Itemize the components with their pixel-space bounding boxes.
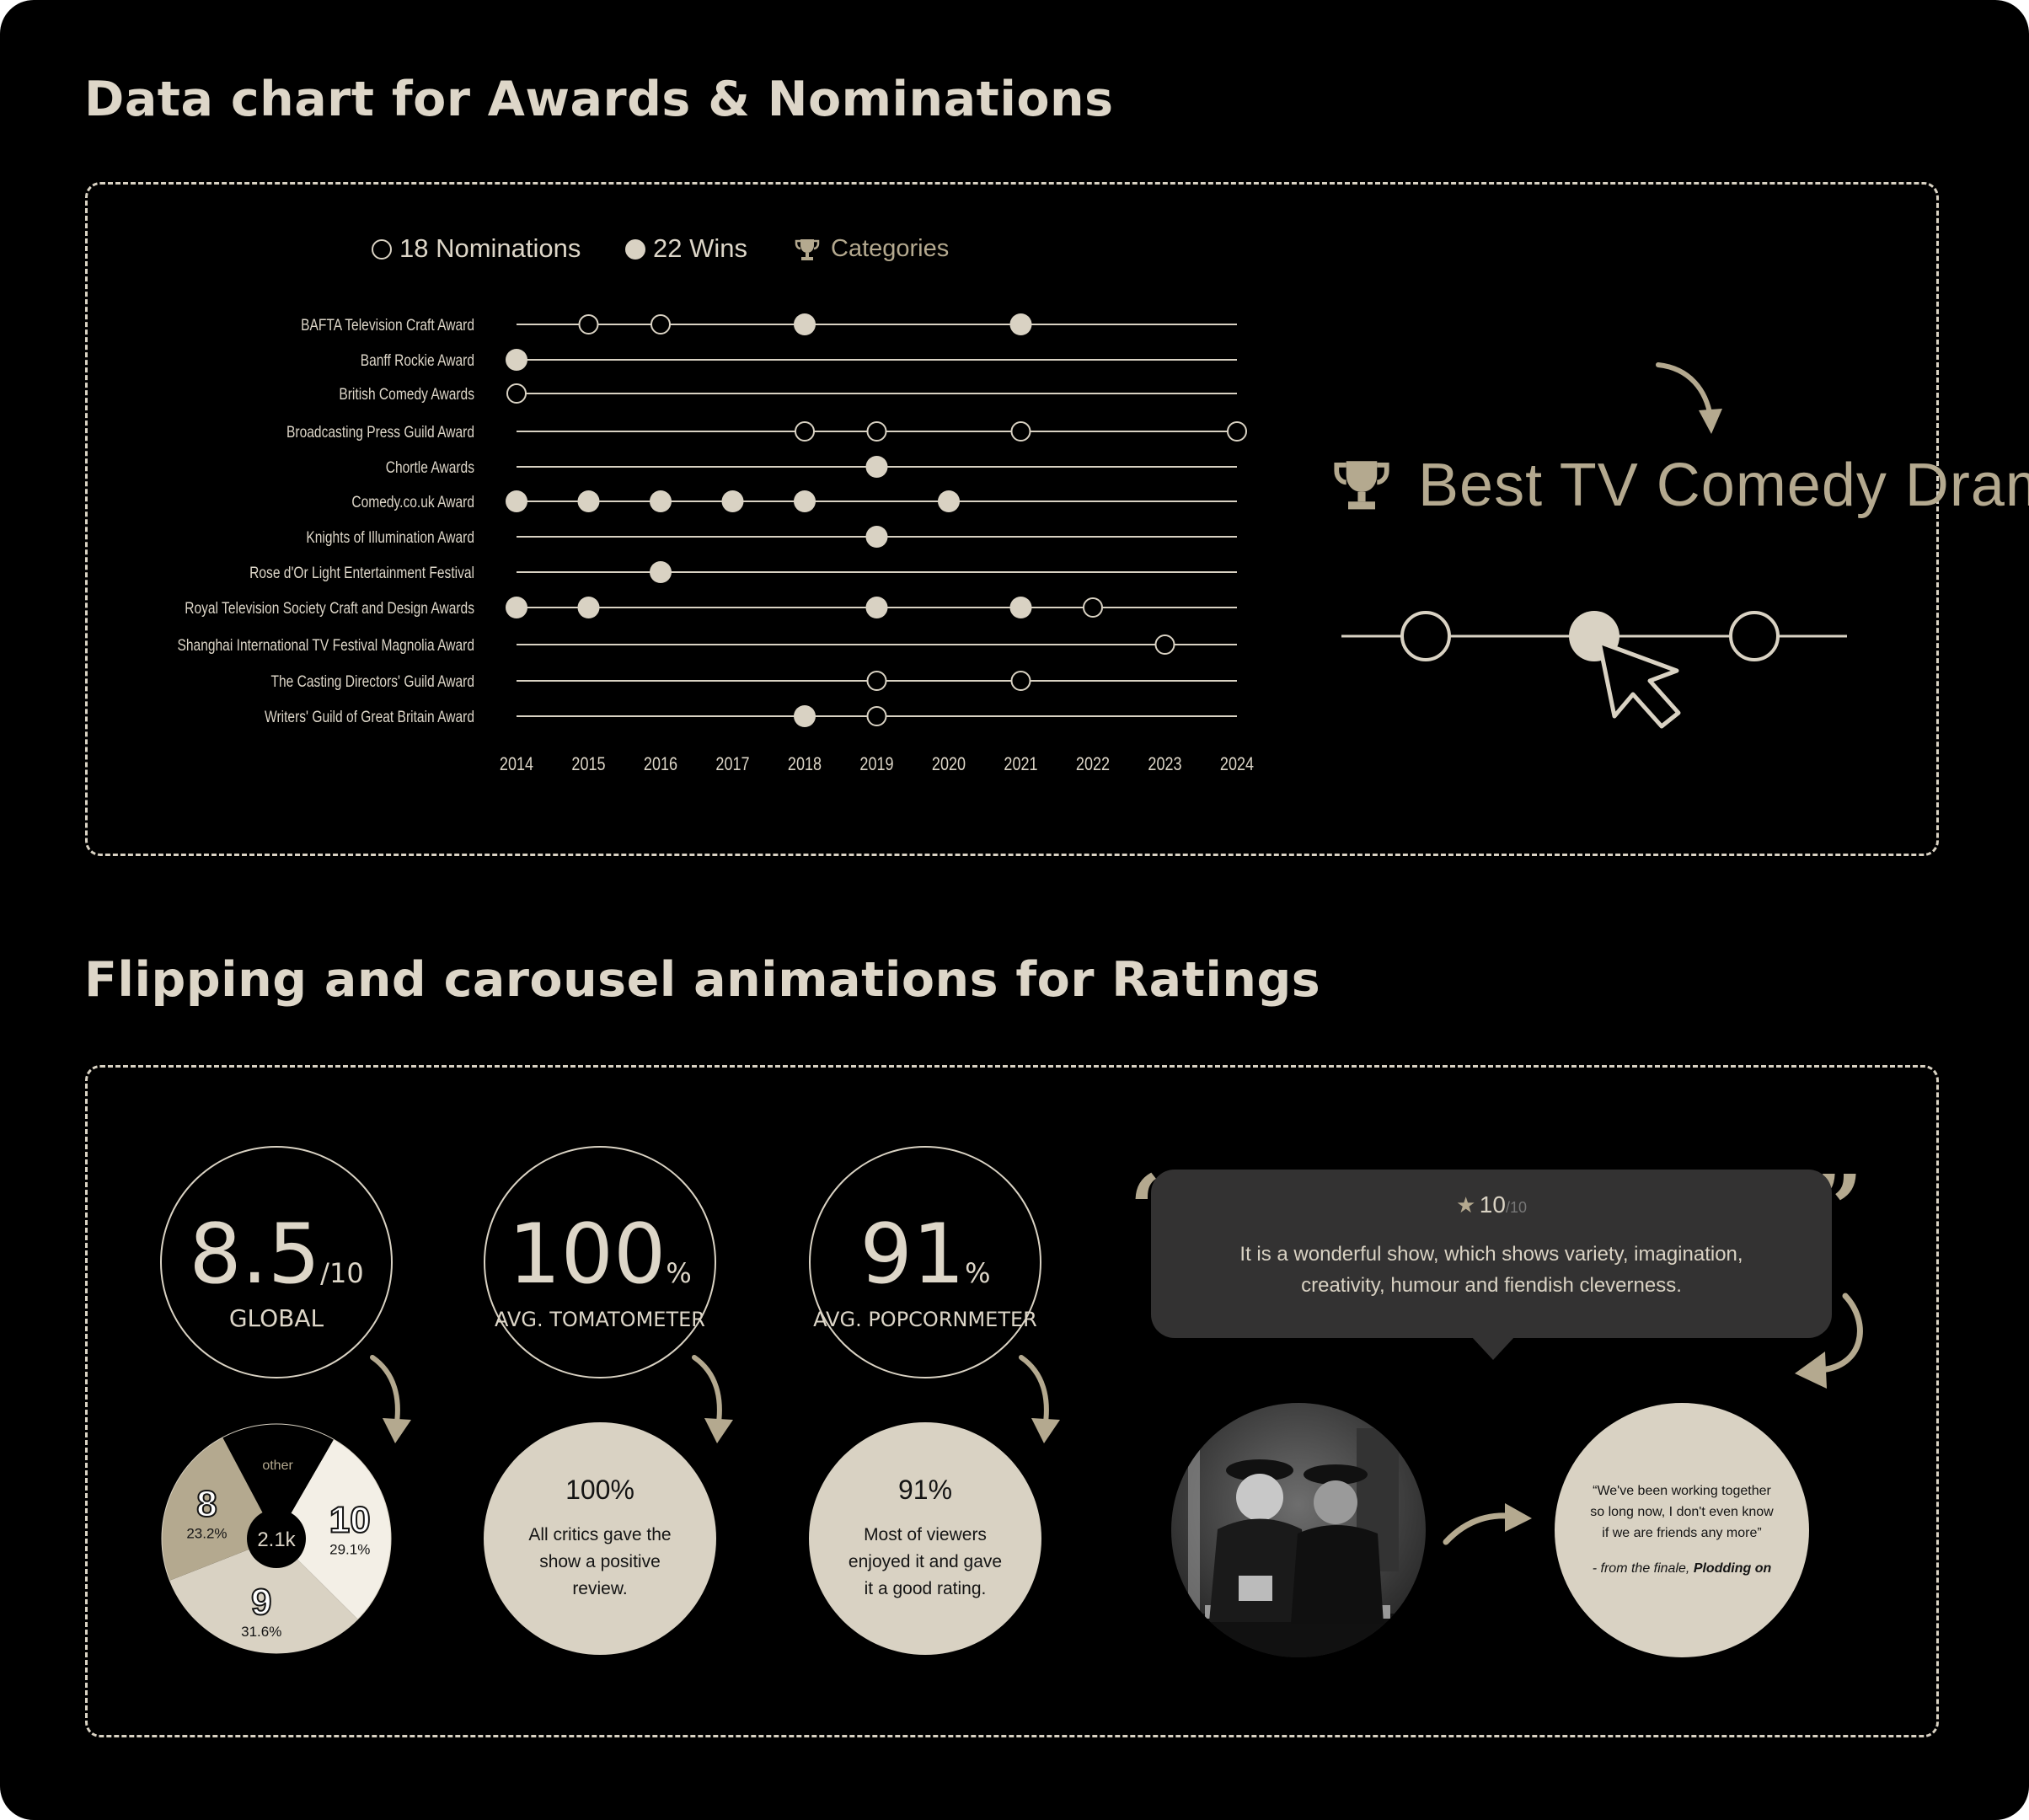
- win-marker: [794, 313, 816, 335]
- win-marker: [794, 705, 816, 727]
- donut-slice-value: 8: [196, 1483, 217, 1524]
- award-category-label: Writers' Guild of Great Britain Award: [265, 708, 474, 726]
- win-marker: [506, 597, 527, 618]
- year-tick-label: 2023: [1148, 754, 1181, 774]
- award-category-label: Rose d'Or Light Entertainment Festival: [249, 564, 474, 582]
- award-category-label: Banff Rockie Award: [361, 351, 474, 370]
- arrow-right-icon: [1443, 1503, 1532, 1545]
- win-marker: [938, 490, 960, 512]
- popcornmeter-info-title: 91%: [897, 1475, 953, 1505]
- rating-card-popcornmeter[interactable]: 91% AVG. POPCORNMETER: [809, 1146, 1041, 1378]
- review-speech-bubble[interactable]: ★ 10/10 It is a wonderful show, which sh…: [1151, 1170, 1832, 1360]
- nomination-marker: [866, 671, 887, 691]
- win-marker: [865, 456, 888, 478]
- review-text: It is a wonderful show, which shows vari…: [1239, 1243, 1743, 1297]
- year-tick-label: 2014: [500, 754, 533, 774]
- award-category-label: Chortle Awards: [386, 458, 475, 477]
- popcornmeter-label: AVG. POPCORNMETER: [813, 1308, 1037, 1331]
- popcornmeter-value: 91%: [859, 1207, 991, 1303]
- quote-card[interactable]: “We've been working together so long now…: [1555, 1403, 1809, 1657]
- year-tick-label: 2015: [571, 754, 605, 774]
- nomination-marker: [578, 314, 599, 335]
- demo-nomination-marker: [1729, 611, 1780, 661]
- arrow-curved-icon: [1019, 1355, 1060, 1443]
- page-canvas: Data chart for Awards & Nominations 18 N…: [0, 0, 2029, 1820]
- award-category-label: Royal Television Society Craft and Desig…: [185, 599, 474, 618]
- arrow-curved-icon: [692, 1355, 733, 1443]
- win-marker: [1009, 313, 1032, 335]
- win-marker: [506, 349, 527, 371]
- donut-total-label: 2.1k: [257, 1528, 296, 1551]
- year-tick-label: 2020: [932, 754, 966, 774]
- carousel-rotate-icon[interactable]: [1786, 1289, 1879, 1399]
- year-tick-label: 2022: [1076, 754, 1110, 774]
- donut-slice-percent: 23.2%: [186, 1525, 227, 1541]
- donut-other-label: other: [262, 1459, 293, 1473]
- win-marker: [1009, 597, 1032, 618]
- tomatometer-info-card[interactable]: 100% All critics gave the show a positiv…: [484, 1422, 716, 1655]
- trophy-icon: [1334, 461, 1389, 510]
- nomination-marker: [1083, 597, 1103, 618]
- cursor-pointer-icon: [1597, 640, 1681, 729]
- global-rating-value: 8.5/10: [189, 1207, 364, 1303]
- year-tick-label: 2024: [1220, 754, 1254, 774]
- win-marker: [650, 490, 672, 512]
- year-tick-label: 2017: [715, 754, 749, 774]
- show-still-photo: [1171, 1403, 1426, 1657]
- nomination-marker: [795, 421, 815, 442]
- tomatometer-label: AVG. TOMATOMETER: [495, 1308, 705, 1331]
- year-tick-label: 2018: [788, 754, 822, 774]
- tomatometer-value: 100%: [508, 1207, 692, 1303]
- quote-source: - from the finale, Plodding on: [1592, 1561, 1772, 1576]
- award-category-label: Broadcasting Press Guild Award: [286, 423, 474, 442]
- award-category-label: British Comedy Awards: [339, 385, 474, 404]
- donut-slice-value: 9: [251, 1582, 271, 1623]
- win-marker: [577, 490, 600, 512]
- nomination-marker: [1227, 421, 1247, 442]
- win-marker: [865, 597, 888, 618]
- demo-nomination-marker: [1400, 611, 1451, 661]
- ratings-section-title: Flipping and carousel animations for Rat…: [84, 952, 1321, 1008]
- tomatometer-info-text: All critics gave the show a positive rev…: [528, 1525, 672, 1598]
- win-marker: [650, 561, 672, 583]
- win-marker: [506, 490, 527, 512]
- nomination-marker: [866, 706, 887, 726]
- awards-timeline-chart: BAFTA Television Craft Award Banff Rockie…: [178, 313, 1254, 774]
- win-marker: [577, 597, 600, 618]
- award-category-label: The Casting Directors' Guild Award: [271, 672, 474, 691]
- popcornmeter-info-card[interactable]: 91% Most of viewers enjoyed it and gave …: [809, 1422, 1041, 1655]
- callout-category-label: Best TV Comedy Drama: [1418, 452, 2029, 519]
- donut-slice-percent: 29.1%: [329, 1541, 370, 1557]
- review-score: ★ 10/10: [1456, 1191, 1527, 1218]
- nomination-marker: [650, 314, 671, 335]
- win-marker: [721, 490, 744, 512]
- rating-distribution-donut[interactable]: 2.1k 1029.1% 931.6% 823.2% other: [160, 1422, 393, 1655]
- award-category-label: Shanghai International TV Festival Magno…: [178, 636, 474, 655]
- nomination-marker: [1154, 634, 1175, 655]
- star-icon: ★: [1456, 1193, 1476, 1218]
- popcornmeter-info-text: Most of viewers enjoyed it and gave it a…: [848, 1525, 1003, 1598]
- callout-demo-track: [1341, 611, 1847, 729]
- nomination-marker: [506, 383, 527, 404]
- year-tick-label: 2021: [1004, 754, 1037, 774]
- donut-slice-percent: 31.6%: [241, 1624, 281, 1640]
- quote-source-title: Plodding on: [1693, 1561, 1772, 1576]
- nomination-marker: [1010, 671, 1031, 691]
- nomination-marker: [1010, 421, 1031, 442]
- global-rating-label: GLOBAL: [228, 1304, 324, 1332]
- year-tick-label: 2019: [859, 754, 893, 774]
- rating-card-global[interactable]: 8.5/10 GLOBAL: [160, 1146, 393, 1378]
- quote-text: “We've been working together so long now…: [1590, 1484, 1774, 1540]
- nomination-marker: [866, 421, 887, 442]
- tomatometer-info-title: 100%: [565, 1475, 634, 1505]
- donut-slice-value: 10: [329, 1499, 371, 1540]
- rating-card-tomatometer[interactable]: 100% AVG. TOMATOMETER: [484, 1146, 716, 1378]
- win-marker: [865, 526, 888, 548]
- award-category-label: BAFTA Television Craft Award: [301, 316, 474, 335]
- award-category-label: Knights of Illumination Award: [306, 528, 474, 547]
- arrow-curved-icon: [1656, 362, 1722, 434]
- win-marker: [794, 490, 816, 512]
- award-category-label: Comedy.co.uk Award: [351, 493, 474, 511]
- year-tick-label: 2016: [644, 754, 677, 774]
